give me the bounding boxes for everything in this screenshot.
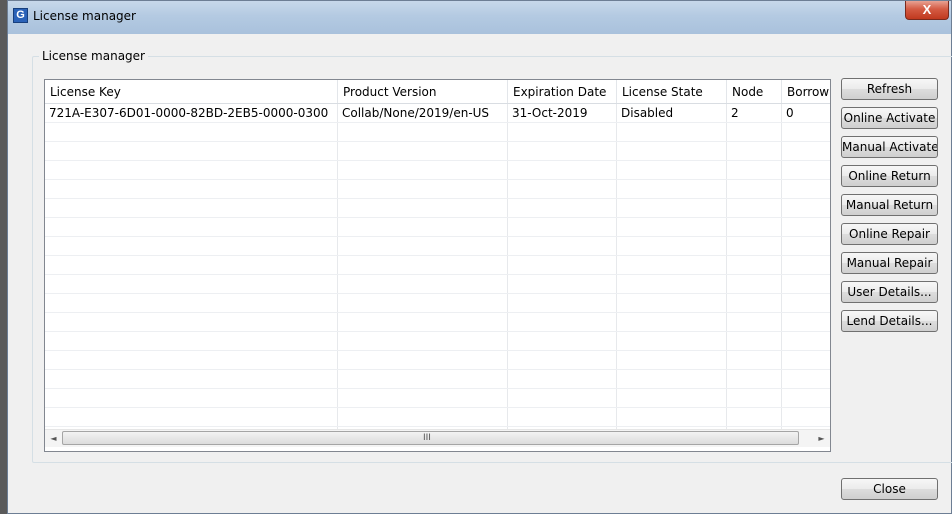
user-details-button[interactable]: User Details... <box>841 281 938 303</box>
scrollbar-thumb[interactable]: III <box>62 431 799 445</box>
refresh-button[interactable]: Refresh <box>841 78 938 100</box>
scrollbar-grip-icon: III <box>423 433 431 443</box>
empty-row <box>45 275 830 294</box>
cell-expiration-date: 31-Oct-2019 <box>512 106 588 120</box>
empty-row <box>45 313 830 332</box>
empty-row <box>45 199 830 218</box>
empty-row <box>45 180 830 199</box>
background-strip <box>0 0 7 514</box>
window-client-area: License manager License Key Product Vers… <box>8 34 952 513</box>
table-row[interactable]: 721A-E307-6D01-0000-82BD-2EB5-0000-0300 … <box>45 104 830 123</box>
column-header-expiration-date[interactable]: Expiration Date <box>508 80 617 104</box>
column-header-node[interactable]: Node <box>727 80 782 104</box>
manual-return-button[interactable]: Manual Return <box>841 194 938 216</box>
empty-row <box>45 218 830 237</box>
license-manager-group: License manager License Key Product Vers… <box>32 49 952 463</box>
cell-node: 2 <box>731 106 739 120</box>
license-manager-window: G License manager X License manager Lice… <box>7 0 952 514</box>
close-icon[interactable]: X <box>905 1 949 20</box>
column-header-license-key[interactable]: License Key <box>45 80 338 104</box>
title-bar[interactable]: G License manager X <box>8 1 951 34</box>
empty-row <box>45 142 830 161</box>
empty-row <box>45 389 830 408</box>
group-label: License manager <box>39 49 148 63</box>
empty-row <box>45 332 830 351</box>
empty-row <box>45 408 830 427</box>
window-title: License manager <box>33 9 136 23</box>
empty-row <box>45 237 830 256</box>
cell-borrow: 0 <box>786 106 794 120</box>
online-activate-button[interactable]: Online Activate <box>841 107 938 129</box>
online-repair-button[interactable]: Online Repair <box>841 223 938 245</box>
empty-row <box>45 370 830 389</box>
license-list[interactable]: License Key Product Version Expiration D… <box>44 79 831 452</box>
close-button[interactable]: Close <box>841 478 938 500</box>
lend-details-button[interactable]: Lend Details... <box>841 310 938 332</box>
app-g-icon: G <box>13 8 28 23</box>
empty-row <box>45 351 830 370</box>
cell-product-version: Collab/None/2019/en-US <box>342 106 490 120</box>
column-header-license-state[interactable]: License State <box>617 80 727 104</box>
column-header-product-version[interactable]: Product Version <box>338 80 508 104</box>
empty-row <box>45 256 830 275</box>
manual-activate-button[interactable]: Manual Activate <box>841 136 938 158</box>
empty-row <box>45 294 830 313</box>
column-header-borrow[interactable]: Borrow <box>782 80 830 104</box>
list-header: License Key Product Version Expiration D… <box>45 80 830 104</box>
scroll-right-icon[interactable]: ► <box>813 430 830 447</box>
empty-row <box>45 161 830 180</box>
online-return-button[interactable]: Online Return <box>841 165 938 187</box>
horizontal-scrollbar[interactable]: ◄ III ► <box>45 429 830 447</box>
manual-repair-button[interactable]: Manual Repair <box>841 252 938 274</box>
empty-row <box>45 123 830 142</box>
scroll-left-icon[interactable]: ◄ <box>45 430 62 447</box>
cell-license-state: Disabled <box>621 106 674 120</box>
cell-license-key: 721A-E307-6D01-0000-82BD-2EB5-0000-0300 <box>49 106 329 120</box>
